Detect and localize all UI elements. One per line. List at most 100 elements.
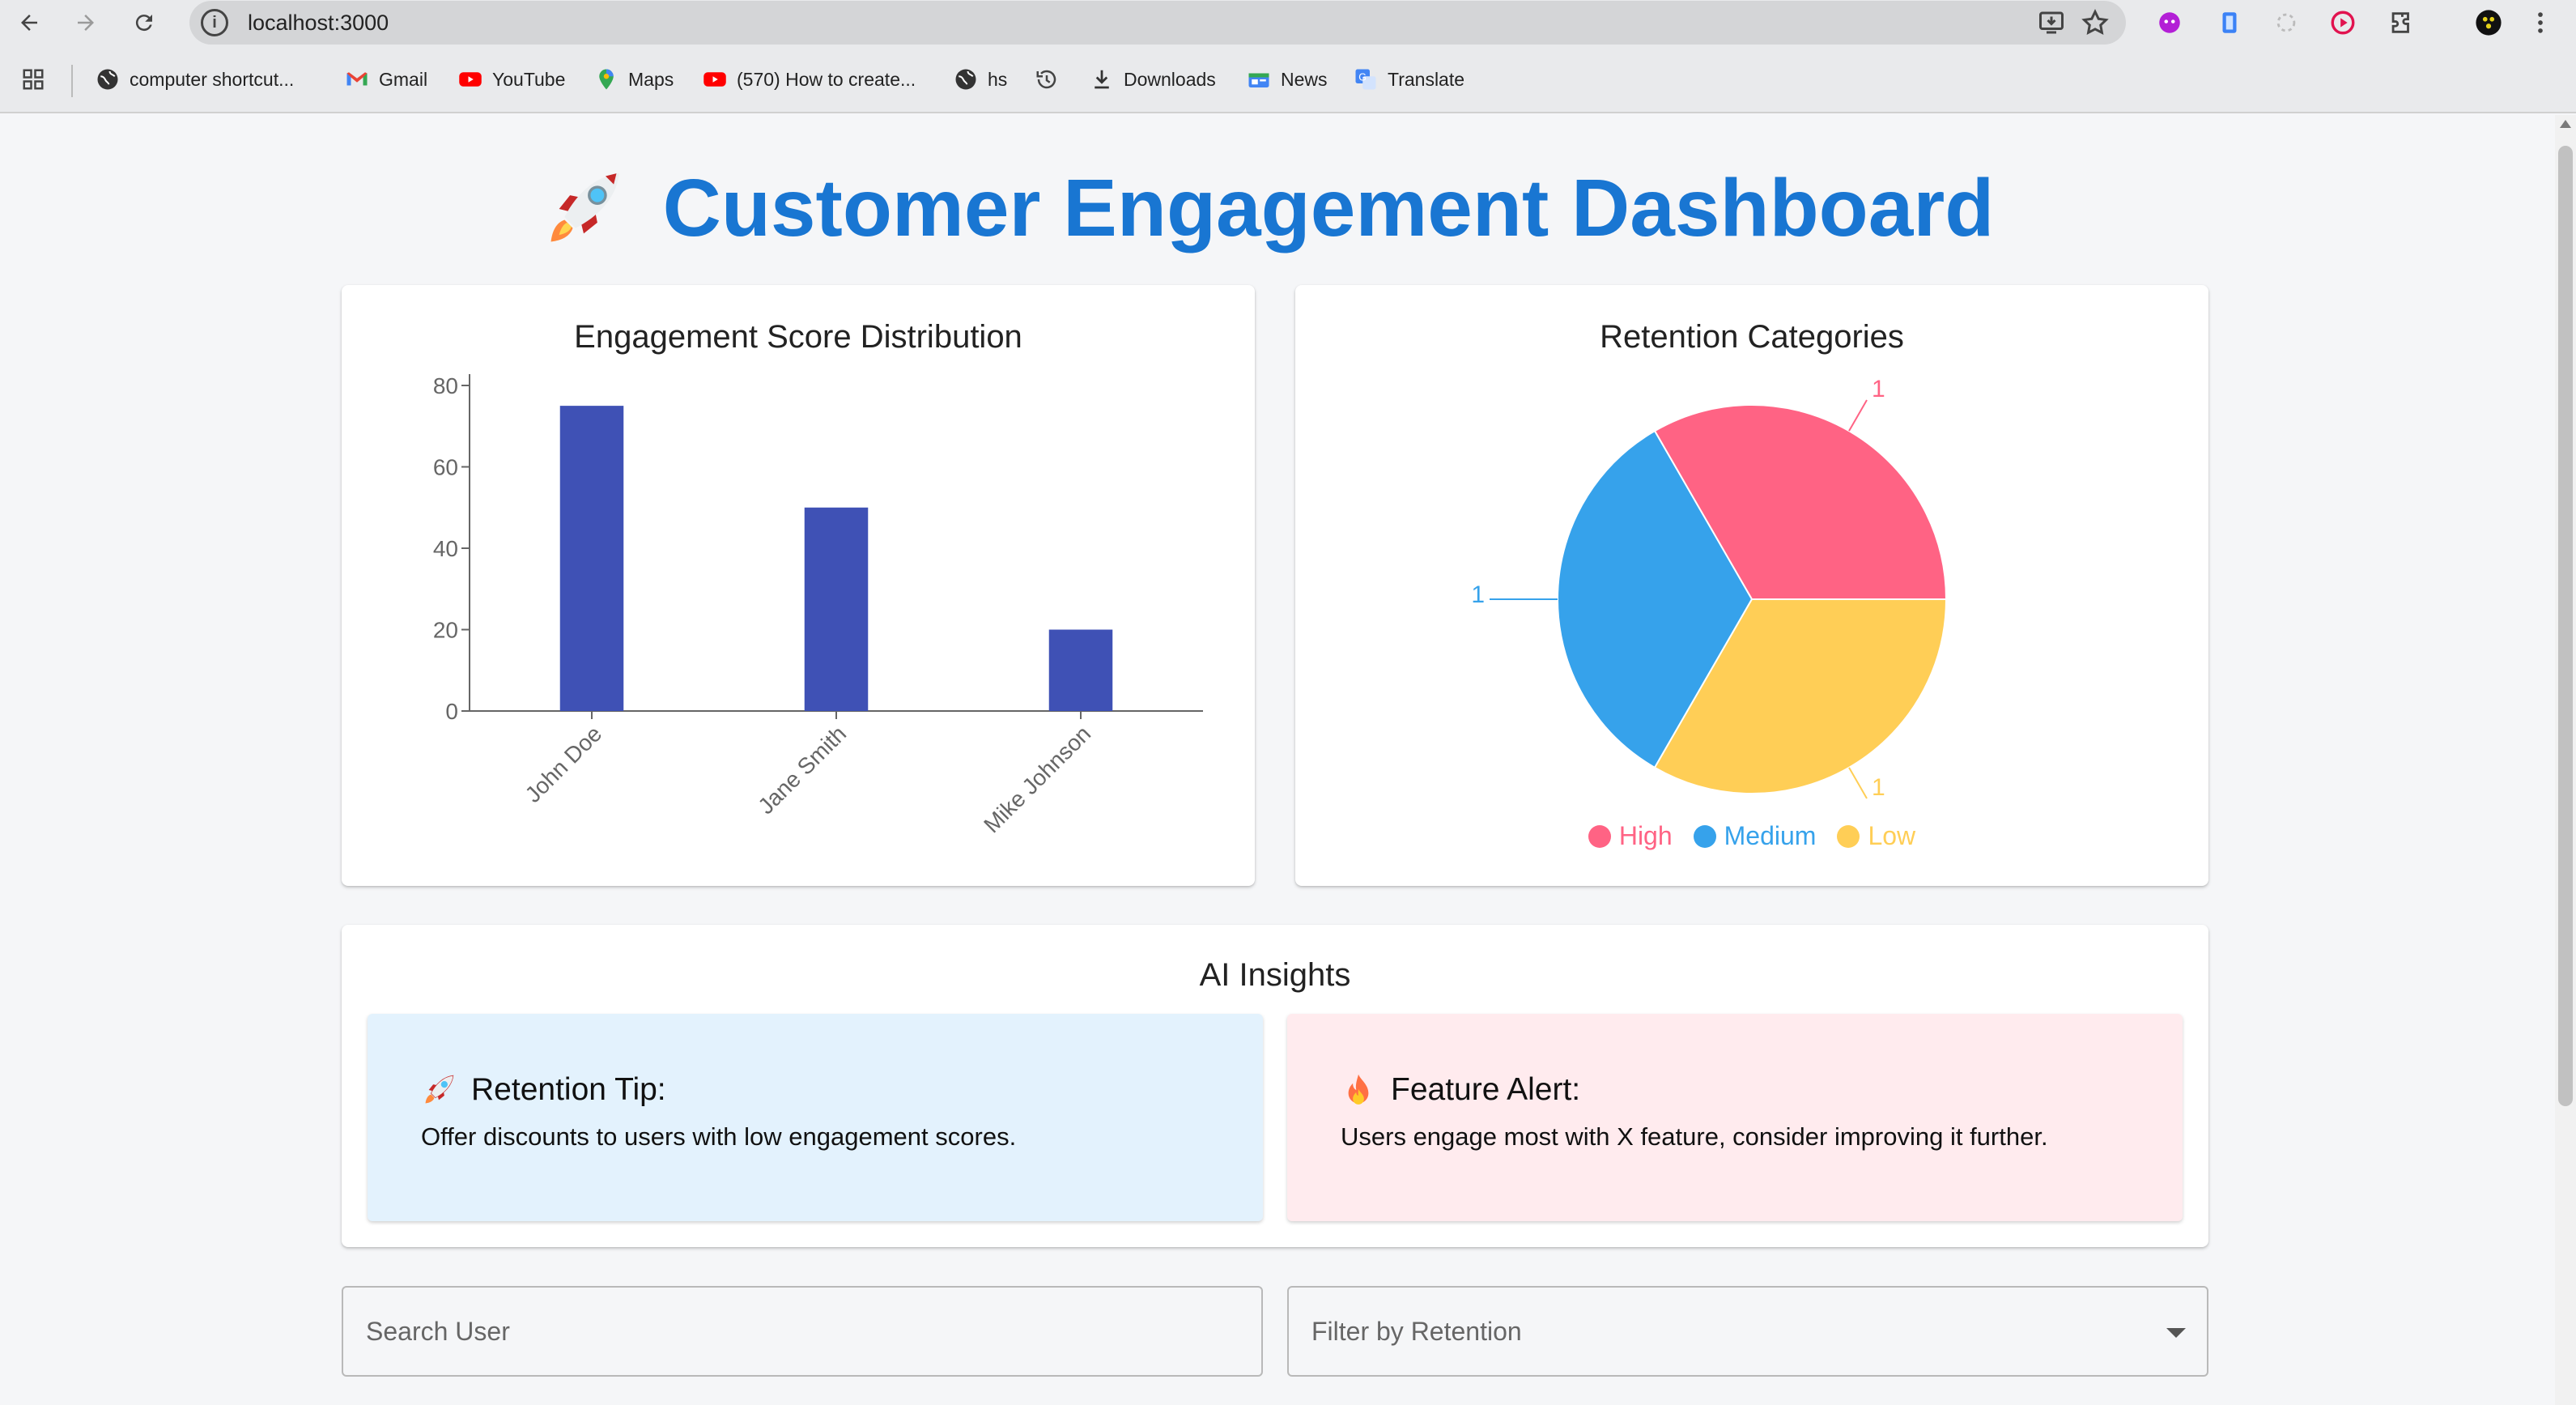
page-title: Customer Engagement Dashboard xyxy=(0,162,2534,255)
rocket-icon xyxy=(425,1075,454,1104)
bookmark-label: Maps xyxy=(628,68,674,90)
reload-icon xyxy=(135,15,152,32)
y-tick-label: 60 xyxy=(433,455,458,480)
arrow-left-icon xyxy=(21,15,37,31)
bookmark-item[interactable]: computer shortcut... xyxy=(96,63,294,96)
forward-button[interactable] xyxy=(68,5,104,40)
retention-pie-chart: 1 1 1 xyxy=(1471,376,1948,801)
bookmark-label: computer shortcut... xyxy=(130,68,295,90)
arrow-right-icon xyxy=(78,15,94,31)
bookmark-item[interactable]: (570) How to create... xyxy=(703,63,916,96)
y-tick-label: 40 xyxy=(433,536,458,561)
feature-alert-card: Feature Alert: Users engage most with X … xyxy=(1287,1014,2183,1221)
legend-item[interactable]: High xyxy=(1588,821,1673,851)
extension-purple-icon[interactable] xyxy=(2153,6,2186,39)
feature-alert-title: Feature Alert: xyxy=(1391,1072,1581,1107)
youtube-icon xyxy=(458,67,482,92)
legend-swatch xyxy=(1693,824,1716,848)
pie-value-label: 1 xyxy=(1872,376,1885,402)
fire-icon xyxy=(1348,1074,1369,1105)
youtube-icon xyxy=(703,67,727,92)
y-tick-label: 0 xyxy=(445,699,458,724)
pie-value-label: 1 xyxy=(1872,774,1885,801)
globe-icon xyxy=(954,67,978,92)
bookmark-item[interactable]: Maps xyxy=(594,63,674,96)
scroll-up-arrow-icon[interactable] xyxy=(2560,120,2571,128)
retention-legend: High Medium Low xyxy=(1295,821,2208,851)
rocket-icon xyxy=(550,172,619,241)
legend-swatch xyxy=(1588,824,1611,848)
legend-label: High xyxy=(1618,821,1673,850)
bookmark-label: Downloads xyxy=(1124,68,1216,90)
bookmark-item[interactable]: YouTube xyxy=(458,63,565,96)
extension-grey-icon[interactable] xyxy=(2270,6,2302,39)
maps-icon xyxy=(594,67,618,92)
apps-grid-button[interactable] xyxy=(21,63,55,96)
scrollbar-thumb[interactable] xyxy=(2558,146,2573,1106)
news-icon xyxy=(1247,67,1271,92)
page-title-text: Customer Engagement Dashboard xyxy=(662,163,1995,253)
profile-avatar-icon[interactable] xyxy=(2472,6,2505,39)
engagement-chart-card: Engagement Score Distribution 0 20 40 60 80 J… xyxy=(342,285,1255,886)
apps-grid-icon xyxy=(21,67,45,92)
extension-red-play-icon[interactable] xyxy=(2327,6,2359,39)
bookmark-item[interactable]: G Translate xyxy=(1354,63,1464,96)
retention-tip-card: Retention Tip: Offer discounts to users … xyxy=(368,1014,1263,1221)
svg-text:G: G xyxy=(1358,71,1367,83)
bookmark-label: (570) How to create... xyxy=(737,68,916,90)
legend-swatch xyxy=(1837,824,1860,848)
reload-button[interactable] xyxy=(126,5,162,40)
bar xyxy=(804,507,869,711)
engagement-bar-chart: 0 20 40 60 80 John Doe Jane Smith Mike Johnson xyxy=(433,373,1203,837)
legend-label: Low xyxy=(1868,821,1916,850)
bookmark-star-icon[interactable] xyxy=(2081,8,2110,37)
retention-chart-card: Retention Categories 111 High Medium Low xyxy=(1295,285,2208,886)
download-icon xyxy=(1090,67,1114,92)
gmail-icon xyxy=(345,67,369,92)
legend-item[interactable]: Medium xyxy=(1693,821,1817,851)
retention-tip-heading: Retention Tip: xyxy=(421,1072,666,1108)
install-app-icon[interactable] xyxy=(2037,8,2066,37)
dropdown-arrow-icon[interactable] xyxy=(2166,1328,2186,1338)
history-icon xyxy=(1035,67,1059,92)
bar xyxy=(1048,629,1113,711)
bookmark-item[interactable]: hs xyxy=(954,63,1007,96)
bookmarks-divider xyxy=(71,65,73,97)
bookmark-label: Translate xyxy=(1388,68,1465,90)
bookmark-label: YouTube xyxy=(492,68,566,90)
globe-icon xyxy=(96,67,120,92)
bookmark-label: Gmail xyxy=(379,68,428,90)
browser-toolbar: i localhost:3000 xyxy=(0,0,2576,45)
pie-label-leader xyxy=(1848,767,1868,799)
legend-item[interactable]: Low xyxy=(1837,821,1915,851)
extensions-puzzle-icon[interactable] xyxy=(2385,6,2417,39)
y-tick-label: 20 xyxy=(433,618,458,643)
bookmark-item[interactable]: Gmail xyxy=(345,63,427,96)
back-button[interactable] xyxy=(11,5,47,40)
x-tick-label: Mike Johnson xyxy=(979,721,1095,837)
browser-menu-icon[interactable] xyxy=(2524,6,2557,39)
x-tick-label: Jane Smith xyxy=(753,721,851,819)
bar xyxy=(559,406,624,711)
retention-tip-title: Retention Tip: xyxy=(471,1072,666,1107)
retention-tip-text: Offer discounts to users with low engage… xyxy=(421,1122,1017,1151)
extension-blue-icon[interactable] xyxy=(2213,6,2246,39)
translate-icon: G xyxy=(1354,67,1378,92)
bookmark-item[interactable]: News xyxy=(1247,63,1328,96)
address-bar[interactable]: i localhost:3000 xyxy=(189,1,2126,45)
search-user-input[interactable]: Search User xyxy=(342,1286,1263,1377)
retention-filter-select[interactable]: Filter by Retention xyxy=(1287,1286,2208,1377)
x-tick-label: John Doe xyxy=(521,721,607,807)
url-text: localhost:3000 xyxy=(248,11,389,35)
bookmark-item[interactable]: Downloads xyxy=(1090,63,1216,96)
bookmark-label: hs xyxy=(988,68,1008,90)
site-info-icon[interactable]: i xyxy=(201,9,228,36)
search-user-label: Search User xyxy=(366,1317,510,1346)
ai-insights-title: AI Insights xyxy=(1199,957,1351,993)
pie-label-leader xyxy=(1848,399,1868,432)
retention-filter-label: Filter by Retention xyxy=(1311,1317,1522,1346)
bookmark-item[interactable] xyxy=(1035,63,1069,96)
bookmark-label: News xyxy=(1281,68,1328,90)
legend-label: Medium xyxy=(1724,821,1817,850)
y-tick-label: 80 xyxy=(433,373,458,398)
